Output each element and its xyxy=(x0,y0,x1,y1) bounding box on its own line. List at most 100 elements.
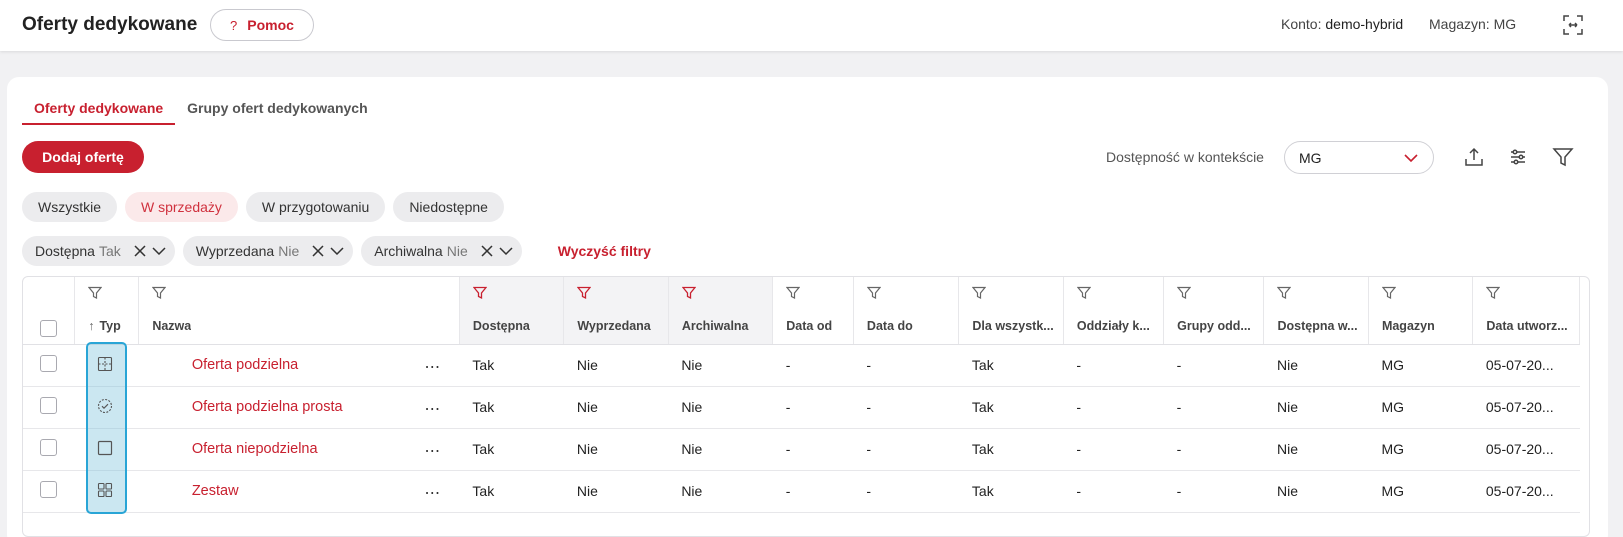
table-cell: Nie xyxy=(563,386,669,429)
column-header-oddzialy[interactable]: Oddziały k... xyxy=(1063,277,1165,345)
offer-name-cell[interactable]: Oferta podzielna ⋯ xyxy=(138,344,460,387)
offer-name[interactable]: Oferta niepodzielna xyxy=(192,441,318,457)
table-cell: - xyxy=(1163,386,1264,429)
column-filter-icon[interactable] xyxy=(152,286,167,300)
column-filter-icon[interactable] xyxy=(1486,286,1501,300)
table-cell: - xyxy=(853,344,959,387)
column-header-archiwalna[interactable]: Archiwalna xyxy=(668,277,774,345)
table-cell: - xyxy=(772,386,854,429)
offer-name-cell[interactable]: Oferta niepodzielna ⋯ xyxy=(138,428,460,471)
availability-select[interactable]: MG xyxy=(1284,141,1434,174)
account-info: Konto: demo-hybrid xyxy=(1281,16,1403,32)
table-cell: Tak xyxy=(958,386,1064,429)
column-header-typ[interactable]: ↑ Typ xyxy=(74,277,140,345)
clear-filters-link[interactable]: Wyczyść filtry xyxy=(558,243,651,259)
table-cell: - xyxy=(1063,428,1164,471)
close-icon[interactable] xyxy=(480,244,494,258)
filter-chip-dostepna[interactable]: Dostępna Tak xyxy=(22,236,175,266)
account-value: demo-hybrid xyxy=(1325,16,1404,32)
offer-name[interactable]: Zestaw xyxy=(192,483,239,499)
column-filter-icon[interactable] xyxy=(88,286,103,300)
filter-icon[interactable] xyxy=(1552,146,1574,168)
table-cell: 05-07-20... xyxy=(1472,470,1580,513)
fullscreen-icon[interactable] xyxy=(1562,14,1584,36)
export-icon[interactable] xyxy=(1463,146,1485,168)
column-filter-icon[interactable] xyxy=(1277,286,1292,300)
column-header-wyprzedana[interactable]: Wyprzedana xyxy=(563,277,669,345)
column-header-dostepna[interactable]: Dostępna xyxy=(459,277,565,345)
close-icon[interactable] xyxy=(311,244,325,258)
column-header-data-do[interactable]: Data do xyxy=(853,277,960,345)
column-filter-active-icon[interactable] xyxy=(681,286,696,300)
column-header-nazwa[interactable]: Nazwa xyxy=(138,277,460,345)
close-icon[interactable] xyxy=(133,244,147,258)
availability-label: Dostępność w kontekście xyxy=(1106,149,1264,165)
column-filter-icon[interactable] xyxy=(786,286,801,300)
filter-label: Wyprzedana xyxy=(195,243,275,259)
page-title: Oferty dedykowane xyxy=(22,14,198,35)
row-checkbox[interactable] xyxy=(40,481,58,498)
row-checkbox[interactable] xyxy=(40,439,58,456)
offer-name-cell[interactable]: Zestaw ⋯ xyxy=(138,470,460,513)
chip-in-preparation[interactable]: W przygotowaniu xyxy=(245,192,386,222)
table-cell: - xyxy=(772,428,854,471)
select-all-checkbox[interactable] xyxy=(40,320,57,337)
table-row[interactable]: Oferta podzielna prosta ⋯ Tak Nie Nie - - Tak - -… xyxy=(23,386,1580,429)
table-cell: Nie xyxy=(1263,344,1369,387)
column-label: Data utworz... xyxy=(1486,319,1568,333)
table-row[interactable]: Zestaw ⋯ Tak Nie Nie - - Tak - - Nie MG 05-07-20... xyxy=(23,470,1580,513)
settings-sliders-icon[interactable] xyxy=(1507,146,1529,168)
column-filter-active-icon[interactable] xyxy=(577,286,592,300)
tab-grupy-ofert[interactable]: Grupy ofert dedykowanych xyxy=(175,96,379,125)
column-filter-icon[interactable] xyxy=(866,286,881,300)
chip-unavailable[interactable]: Niedostępne xyxy=(393,192,504,222)
row-checkbox[interactable] xyxy=(40,397,58,414)
column-header-data-od[interactable]: Data od xyxy=(772,277,854,345)
tab-oferty-dedykowane[interactable]: Oferty dedykowane xyxy=(22,96,176,125)
column-label: Dostępna xyxy=(472,319,530,333)
filter-chip-archiwalna[interactable]: Archiwalna Nie xyxy=(361,236,522,266)
more-actions-icon[interactable]: ⋯ xyxy=(424,441,441,461)
table-cell: Nie xyxy=(563,344,669,387)
column-header-dostepna-w[interactable]: Dostępna w... xyxy=(1263,277,1369,345)
column-filter-icon[interactable] xyxy=(1177,286,1192,300)
column-filter-icon[interactable] xyxy=(972,286,987,300)
column-label: Oddziały k... xyxy=(1076,319,1150,333)
more-actions-icon[interactable]: ⋯ xyxy=(424,357,441,377)
row-checkbox[interactable] xyxy=(40,355,58,372)
column-header-data-utworzenia[interactable]: Data utworz... xyxy=(1472,277,1580,345)
filter-chip-wyprzedana[interactable]: Wyprzedana Nie xyxy=(182,236,354,266)
table-cell: MG xyxy=(1368,428,1473,471)
check-circle-icon xyxy=(97,398,113,414)
chip-all[interactable]: Wszystkie xyxy=(22,192,117,222)
table-cell: - xyxy=(1063,386,1164,429)
table-cell: Tak xyxy=(958,470,1064,513)
table-cell: - xyxy=(1163,428,1264,471)
column-header-dla-wszystkich[interactable]: Dla wszystk... xyxy=(958,277,1064,345)
table-cell: MG xyxy=(1368,470,1473,513)
column-header-grupy[interactable]: Grupy odd... xyxy=(1163,277,1265,345)
column-filter-icon[interactable] xyxy=(1076,286,1091,300)
column-filter-icon[interactable] xyxy=(1381,286,1396,300)
offer-name[interactable]: Oferta podzielna xyxy=(192,357,298,373)
column-header-magazyn[interactable]: Magazyn xyxy=(1368,277,1474,345)
offer-name-cell[interactable]: Oferta podzielna prosta ⋯ xyxy=(138,386,460,429)
add-offer-button[interactable]: Dodaj ofertę xyxy=(22,141,144,173)
table-cell: 05-07-20... xyxy=(1472,428,1580,471)
status-chips: Wszystkie W sprzedaży W przygotowaniu Ni… xyxy=(22,192,504,222)
offer-name[interactable]: Oferta podzielna prosta xyxy=(192,399,343,415)
column-label: Data od xyxy=(786,319,833,333)
more-actions-icon[interactable]: ⋯ xyxy=(424,399,441,419)
table-cell: Nie xyxy=(563,428,669,471)
table-row[interactable]: Oferta niepodzielna ⋯ Tak Nie Nie - - Tak - - Nie M… xyxy=(23,428,1580,471)
table-cell: - xyxy=(1063,344,1164,387)
chevron-down-icon[interactable] xyxy=(151,244,167,258)
chip-on-sale[interactable]: W sprzedaży xyxy=(125,192,238,222)
chevron-down-icon[interactable] xyxy=(498,244,514,258)
table-cell: Nie xyxy=(1263,428,1369,471)
table-row[interactable]: Oferta podzielna ⋯ Tak Nie Nie - - Tak - - Nie MG 05… xyxy=(23,344,1580,387)
chevron-down-icon[interactable] xyxy=(329,244,345,258)
column-filter-active-icon[interactable] xyxy=(472,286,487,300)
more-actions-icon[interactable]: ⋯ xyxy=(424,483,441,503)
help-button[interactable]: ? Pomoc xyxy=(210,9,314,41)
